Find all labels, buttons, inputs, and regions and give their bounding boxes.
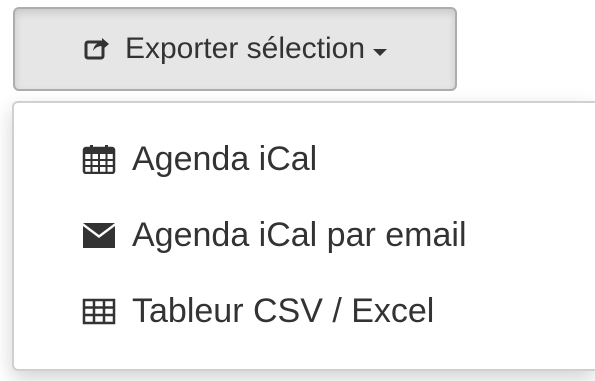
export-dropdown-menu: Agenda iCal Agenda iCal par email Tableu… bbox=[12, 101, 595, 371]
menu-item-label: Tableur CSV / Excel bbox=[132, 291, 435, 330]
menu-item-ical-email[interactable]: Agenda iCal par email bbox=[14, 197, 595, 273]
menu-item-label: Agenda iCal par email bbox=[132, 215, 467, 254]
envelope-icon bbox=[82, 220, 122, 250]
menu-item-csv-excel[interactable]: Tableur CSV / Excel bbox=[14, 273, 595, 349]
caret-down-icon bbox=[373, 48, 388, 56]
calendar-icon bbox=[82, 144, 122, 175]
menu-item-ical[interactable]: Agenda iCal bbox=[14, 121, 595, 197]
menu-item-label: Agenda iCal bbox=[132, 139, 318, 178]
share-square-icon bbox=[83, 34, 111, 62]
export-selection-button[interactable]: Exporter sélection bbox=[13, 7, 457, 91]
table-icon bbox=[82, 296, 122, 326]
export-selection-label: Exporter sélection bbox=[124, 32, 366, 65]
